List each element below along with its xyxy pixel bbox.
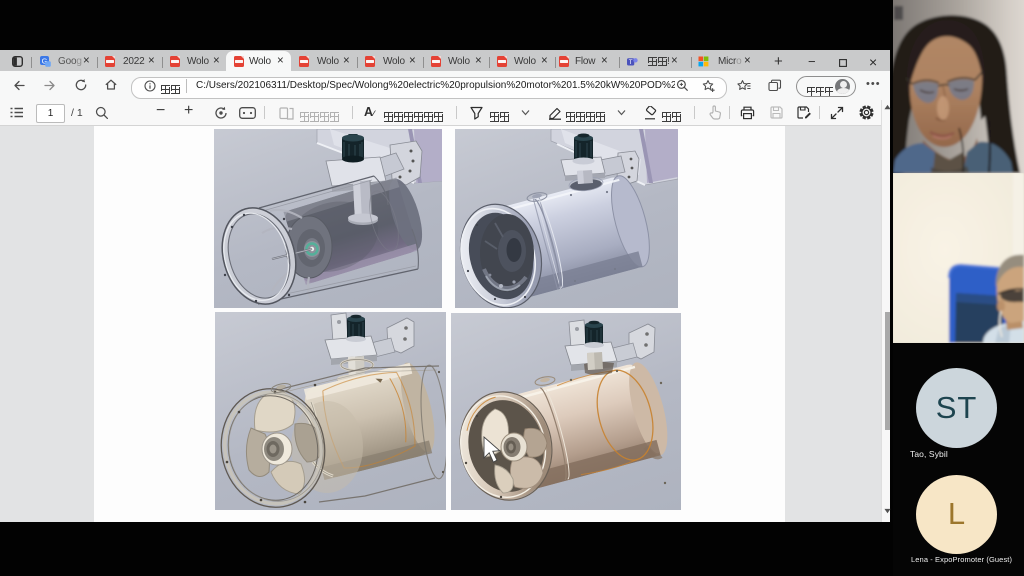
svg-text:T: T [629, 59, 633, 66]
